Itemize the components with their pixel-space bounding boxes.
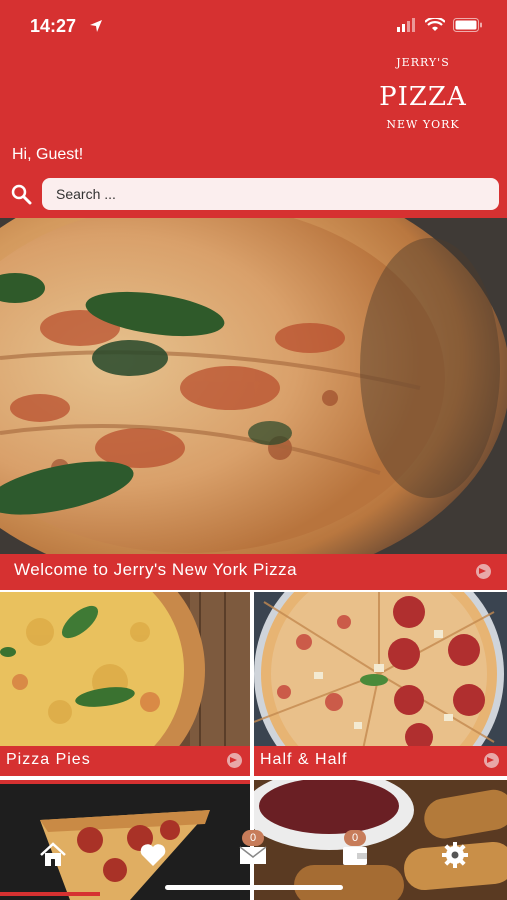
search-input[interactable] [42, 178, 499, 210]
home-icon[interactable] [38, 840, 68, 870]
category-tile-half-and-half[interactable] [254, 592, 507, 746]
wallet-nav-item[interactable]: 0 [340, 830, 370, 870]
status-time: 14:27 [30, 16, 77, 36]
bottom-navigation: 0 0 [0, 826, 507, 886]
arrow-right-icon[interactable] [227, 753, 242, 768]
wifi-icon [425, 18, 445, 31]
logo-bottom-text: NEW YORK [386, 118, 460, 131]
pizza-pies-photo [0, 592, 250, 746]
category-label-half-and-half: Half & Half [260, 751, 348, 768]
category-tile-pizza-pies[interactable] [0, 592, 250, 746]
arrow-right-icon[interactable] [484, 753, 499, 768]
arrow-right-icon[interactable] [476, 564, 491, 579]
logo-main-text: PIZZA [379, 82, 467, 112]
jerrys-pizza-logo: JERRY'S PIZZA NEW YORK [372, 56, 474, 144]
search-icon[interactable] [10, 183, 32, 205]
half-and-half-photo [254, 592, 507, 746]
category-bar-half-and-half[interactable]: Half & Half [254, 746, 507, 776]
hero-title-bar[interactable]: Welcome to Jerry's New York Pizza [0, 554, 507, 590]
gear-icon[interactable] [440, 840, 470, 870]
messages-nav-item[interactable]: 0 [238, 830, 268, 870]
active-tab-indicator [0, 892, 100, 896]
battery-icon [453, 18, 482, 32]
pizza-photo [0, 218, 507, 554]
hero-pizza-image[interactable] [0, 218, 507, 554]
category-bar-pizza-pies[interactable]: Pizza Pies [0, 746, 250, 776]
hero-title: Welcome to Jerry's New York Pizza [14, 560, 298, 579]
status-icons [397, 18, 483, 32]
app-header: 14:27 JERRY'S PIZZA NEW YORK Hi, Guest! … [0, 0, 507, 218]
home-indicator [165, 885, 343, 890]
category-label-pizza-pies: Pizza Pies [6, 751, 91, 768]
heart-icon[interactable] [138, 840, 168, 870]
logo-top-text: JERRY'S [396, 56, 450, 69]
wallet-badge: 0 [344, 830, 366, 846]
location-arrow-icon [90, 20, 102, 32]
cellular-signal-icon [397, 18, 415, 32]
messages-badge: 0 [242, 830, 264, 846]
greeting-text: Hi, Guest! [12, 146, 84, 163]
status-bar: 14:27 [0, 0, 507, 52]
